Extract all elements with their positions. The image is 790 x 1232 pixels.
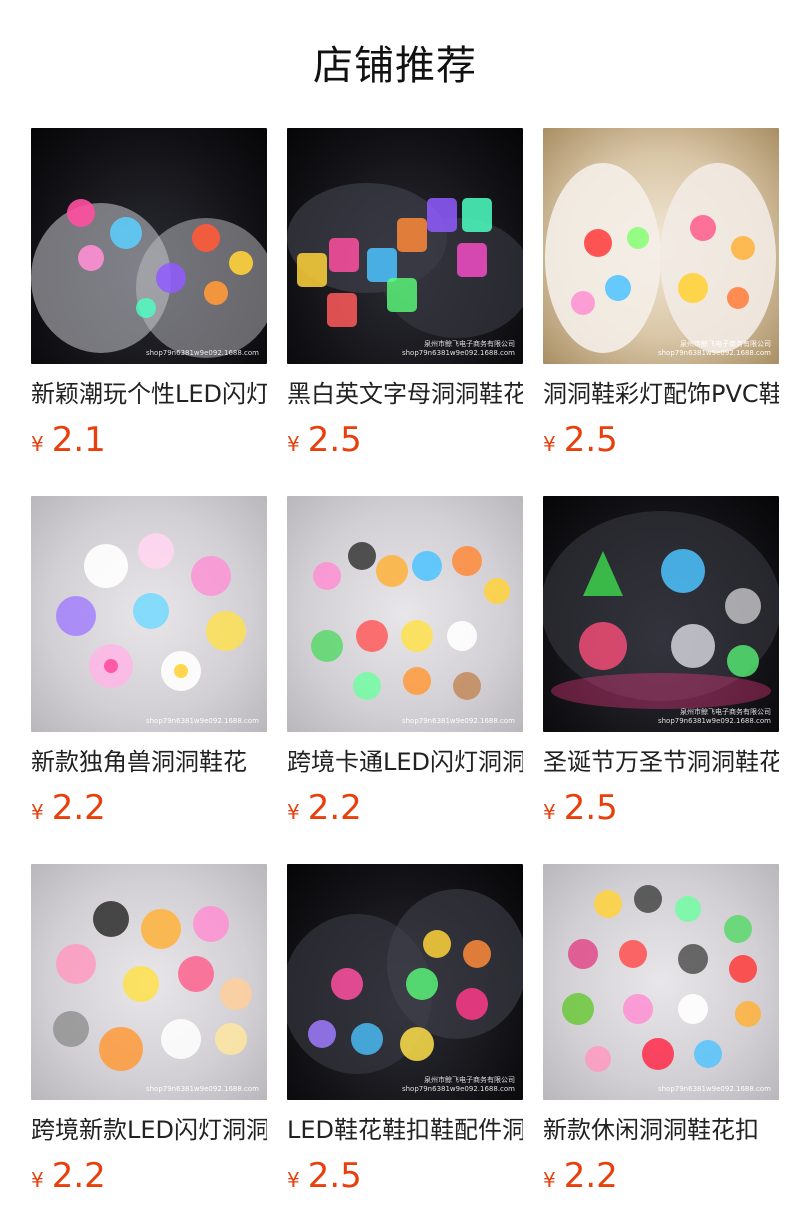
price-value: 2.5 [563,420,618,460]
product-name[interactable]: 黑白英文字母洞洞鞋花 [287,378,523,410]
price-value: 2.2 [563,1156,618,1196]
watermark: shop79n6381w9e092.1688.com [401,717,515,725]
product-image[interactable]: 泉州市鲸飞电子商务有限公司 shop79n6381w9e092.1688.com [287,864,523,1100]
product-card[interactable]: 泉州市鲸飞电子商务有限公司 shop79n6381w9e092.1688.com … [543,128,779,496]
product-price: ¥2.2 [287,788,523,828]
product-image[interactable]: shop79n6381w9e092.1688.com [287,496,523,732]
product-name[interactable]: 洞洞鞋彩灯配饰PVC鞋花 [543,378,779,410]
shop-recommendation-page: 店铺推荐 shop79n6381w9e092.1688.com 新颖潮玩个性LE… [0,0,790,1232]
price-value: 2.5 [307,1156,362,1196]
price-value: 2.1 [51,420,106,460]
product-card[interactable]: shop79n6381w9e092.1688.com 新款独角兽洞洞鞋花 ¥2.… [31,496,267,864]
price-value: 2.2 [307,788,362,828]
currency-symbol: ¥ [287,1168,300,1192]
currency-symbol: ¥ [287,432,300,456]
product-image[interactable]: shop79n6381w9e092.1688.com [31,496,267,732]
product-image[interactable]: shop79n6381w9e092.1688.com [31,128,267,364]
price-value: 2.2 [51,788,106,828]
watermark: 泉州市鲸飞电子商务有限公司 shop79n6381w9e092.1688.com [657,708,771,725]
currency-symbol: ¥ [31,800,44,824]
product-price: ¥2.2 [543,1156,779,1196]
watermark: shop79n6381w9e092.1688.com [145,349,259,357]
product-card[interactable]: 泉州市鲸飞电子商务有限公司 shop79n6381w9e092.1688.com … [287,128,523,496]
product-name[interactable]: 新款独角兽洞洞鞋花 [31,746,267,778]
product-price: ¥2.1 [31,420,267,460]
product-card[interactable]: shop79n6381w9e092.1688.com 跨境卡通LED闪灯洞洞鞋花… [287,496,523,864]
product-card[interactable]: shop79n6381w9e092.1688.com 跨境新款LED闪灯洞洞鞋花… [31,864,267,1232]
product-image[interactable]: 泉州市鲸飞电子商务有限公司 shop79n6381w9e092.1688.com [543,128,779,364]
product-name[interactable]: 跨境卡通LED闪灯洞洞鞋花 [287,746,523,778]
watermark: shop79n6381w9e092.1688.com [145,1085,259,1093]
watermark: 泉州市鲸飞电子商务有限公司 shop79n6381w9e092.1688.com [401,340,515,357]
watermark: 泉州市鲸飞电子商务有限公司 shop79n6381w9e092.1688.com [401,1076,515,1093]
currency-symbol: ¥ [31,432,44,456]
product-image[interactable]: shop79n6381w9e092.1688.com [543,864,779,1100]
currency-symbol: ¥ [31,1168,44,1192]
page-title: 店铺推荐 [313,43,477,89]
price-value: 2.5 [563,788,618,828]
product-name[interactable]: 圣诞节万圣节洞洞鞋花 [543,746,779,778]
product-name[interactable]: 跨境新款LED闪灯洞洞鞋花 [31,1114,267,1146]
currency-symbol: ¥ [543,1168,556,1192]
product-image[interactable]: shop79n6381w9e092.1688.com [31,864,267,1100]
watermark: shop79n6381w9e092.1688.com [145,717,259,725]
product-image[interactable]: 泉州市鲸飞电子商务有限公司 shop79n6381w9e092.1688.com [543,496,779,732]
product-price: ¥2.5 [543,788,779,828]
watermark: shop79n6381w9e092.1688.com [657,1085,771,1093]
product-price: ¥2.2 [31,788,267,828]
product-price: ¥2.5 [543,420,779,460]
product-name[interactable]: LED鞋花鞋扣鞋配件洞洞鞋 [287,1114,523,1146]
product-price: ¥2.5 [287,1156,523,1196]
product-name[interactable]: 新款休闲洞洞鞋花扣 [543,1114,779,1146]
product-card[interactable]: shop79n6381w9e092.1688.com 新颖潮玩个性LED闪灯洞洞… [31,128,267,496]
product-name[interactable]: 新颖潮玩个性LED闪灯洞洞鞋花 [31,378,267,410]
product-card[interactable]: 泉州市鲸飞电子商务有限公司 shop79n6381w9e092.1688.com … [543,496,779,864]
product-price: ¥2.5 [287,420,523,460]
product-image[interactable]: 泉州市鲸飞电子商务有限公司 shop79n6381w9e092.1688.com [287,128,523,364]
price-value: 2.2 [51,1156,106,1196]
currency-symbol: ¥ [543,432,556,456]
price-value: 2.5 [307,420,362,460]
product-grid: shop79n6381w9e092.1688.com 新颖潮玩个性LED闪灯洞洞… [31,128,779,1232]
currency-symbol: ¥ [543,800,556,824]
product-card[interactable]: 泉州市鲸飞电子商务有限公司 shop79n6381w9e092.1688.com … [287,864,523,1232]
currency-symbol: ¥ [287,800,300,824]
product-price: ¥2.2 [31,1156,267,1196]
product-card[interactable]: shop79n6381w9e092.1688.com 新款休闲洞洞鞋花扣 ¥2.… [543,864,779,1232]
watermark: 泉州市鲸飞电子商务有限公司 shop79n6381w9e092.1688.com [657,340,771,357]
